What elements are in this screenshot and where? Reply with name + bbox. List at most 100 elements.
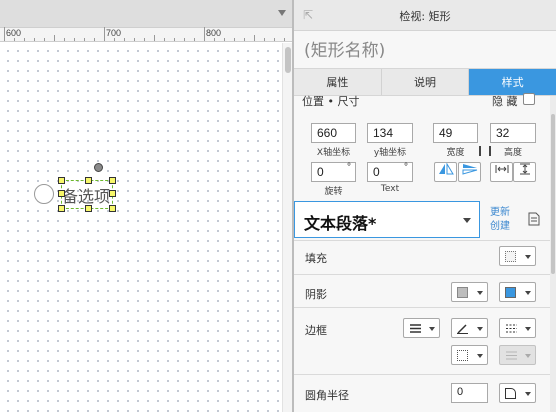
inspector-header: ⇱ 检视: 矩形 xyxy=(294,0,556,31)
rotation-input[interactable]: 0 ° xyxy=(311,162,356,182)
separator xyxy=(294,374,556,375)
border-visibility-dropdown[interactable] xyxy=(451,345,488,365)
rotate-handle[interactable] xyxy=(94,163,103,172)
text-rotation-input[interactable]: 0 ° xyxy=(367,162,413,182)
ruler-tick xyxy=(124,38,125,41)
ruler-tick xyxy=(254,35,255,41)
text-rotation-value: 0 xyxy=(373,165,380,179)
ruler-tick xyxy=(104,27,105,41)
chevron-down-icon xyxy=(477,327,483,331)
inner-shadow-dropdown[interactable] xyxy=(499,282,536,302)
rounded-corner-icon xyxy=(505,388,516,399)
ruler-tick xyxy=(284,38,285,41)
border-sides-icon xyxy=(457,350,468,361)
fit-width-button[interactable] xyxy=(490,162,513,182)
ruler-tick xyxy=(144,38,145,41)
degree-symbol: ° xyxy=(347,162,351,173)
canvas-scrollbar[interactable] xyxy=(282,43,292,412)
tab-notes[interactable]: 说明 xyxy=(381,69,470,95)
shape-name-field[interactable]: (矩形名称) xyxy=(304,36,385,61)
ruler-tick xyxy=(194,38,195,41)
create-style-link[interactable]: 创建 xyxy=(490,217,510,232)
tab-style[interactable]: 样式 xyxy=(469,69,556,95)
style-dropdown-value: 文本段落* xyxy=(304,214,377,233)
height-caption: 高度 xyxy=(503,148,522,158)
ruler-tick xyxy=(54,35,55,41)
flip-horizontal-button[interactable] xyxy=(434,162,457,182)
inspector-panel: ⇱ 检视: 矩形 (矩形名称) 属性 说明 样式 位置 • 尺寸 隐 藏 660… xyxy=(294,0,556,412)
resize-handle-s[interactable] xyxy=(85,205,92,212)
chevron-down-icon xyxy=(477,354,483,358)
separator xyxy=(294,274,556,275)
corner-radius-input[interactable]: 0 xyxy=(451,383,488,403)
ruler-tick xyxy=(14,38,15,41)
pen-icon xyxy=(457,324,468,334)
outer-shadow-icon xyxy=(457,287,468,298)
corner-style-dropdown[interactable] xyxy=(499,383,536,403)
chevron-down-icon xyxy=(525,327,531,331)
ruler-tick xyxy=(264,38,265,41)
x-coordinate-input[interactable]: 660 xyxy=(311,123,356,143)
chevron-down-icon xyxy=(525,291,531,295)
inspector-scroll-thumb[interactable] xyxy=(551,114,555,274)
outer-shadow-dropdown[interactable] xyxy=(451,282,488,302)
chevron-down-icon xyxy=(525,255,531,259)
chevron-down-icon xyxy=(477,291,483,295)
canvas-scroll-thumb[interactable] xyxy=(285,47,291,73)
ruler-label: 800 xyxy=(206,28,222,38)
hidden-label: 隐 藏 xyxy=(492,95,518,108)
y-coordinate-input[interactable]: 134 xyxy=(367,123,413,143)
border-pattern-dropdown[interactable] xyxy=(499,318,536,338)
ruler-tick xyxy=(154,35,155,41)
resize-handle-ne[interactable] xyxy=(109,177,116,184)
rotation-value: 0 xyxy=(317,165,324,179)
style-edit-icon[interactable] xyxy=(528,212,540,226)
style-dropdown[interactable]: 文本段落* xyxy=(294,201,480,238)
inspector-scrollbar[interactable] xyxy=(550,96,556,412)
ruler-tick xyxy=(204,27,205,41)
resize-handle-n[interactable] xyxy=(85,177,92,184)
fit-height-button[interactable] xyxy=(513,162,536,182)
resize-handle-se[interactable] xyxy=(109,205,116,212)
ruler-label: 600 xyxy=(6,28,22,38)
ruler-tick xyxy=(214,38,215,41)
design-canvas[interactable]: 600 700 800 备选项 xyxy=(0,0,292,412)
dash-pattern-icon xyxy=(506,324,517,333)
chevron-down-icon xyxy=(525,392,531,396)
ruler-tick xyxy=(274,38,275,41)
width-input[interactable]: 49 xyxy=(433,123,478,143)
radio-button-widget[interactable] xyxy=(34,184,54,204)
ruler-tick xyxy=(114,38,115,41)
inspector-tabs: 属性 说明 样式 xyxy=(294,68,556,96)
border-label: 边框 xyxy=(305,324,327,337)
arrow-style-dropdown xyxy=(499,345,536,365)
chevron-down-icon xyxy=(429,327,435,331)
tab-properties[interactable]: 属性 xyxy=(294,69,382,95)
resize-handle-w[interactable] xyxy=(58,190,65,197)
arrow-style-icon xyxy=(506,351,517,360)
fill-dropdown[interactable] xyxy=(499,246,536,266)
degree-symbol: ° xyxy=(404,162,408,173)
ruler-tick xyxy=(34,38,35,41)
horizontal-ruler: 600 700 800 xyxy=(0,27,292,42)
chevron-down-icon xyxy=(525,354,531,358)
border-color-dropdown[interactable] xyxy=(451,318,488,338)
update-style-link[interactable]: 更新 xyxy=(490,203,510,218)
separator xyxy=(294,307,556,308)
ruler-tick xyxy=(234,38,235,41)
fill-label: 填充 xyxy=(305,252,327,265)
tab-dropdown-icon[interactable] xyxy=(278,10,286,16)
border-width-dropdown[interactable] xyxy=(403,318,440,338)
hidden-checkbox[interactable] xyxy=(523,93,535,105)
chevron-down-icon xyxy=(463,218,471,223)
line-weight-icon xyxy=(410,324,421,333)
resize-handle-nw[interactable] xyxy=(58,177,65,184)
ruler-tick xyxy=(134,38,135,41)
resize-handle-e[interactable] xyxy=(109,190,116,197)
ruler-tick xyxy=(184,38,185,41)
flip-vertical-button[interactable] xyxy=(458,162,481,182)
dot-grid xyxy=(0,43,282,412)
height-input[interactable]: 32 xyxy=(490,123,536,143)
resize-handle-sw[interactable] xyxy=(58,205,65,212)
fill-swatch xyxy=(505,251,516,262)
